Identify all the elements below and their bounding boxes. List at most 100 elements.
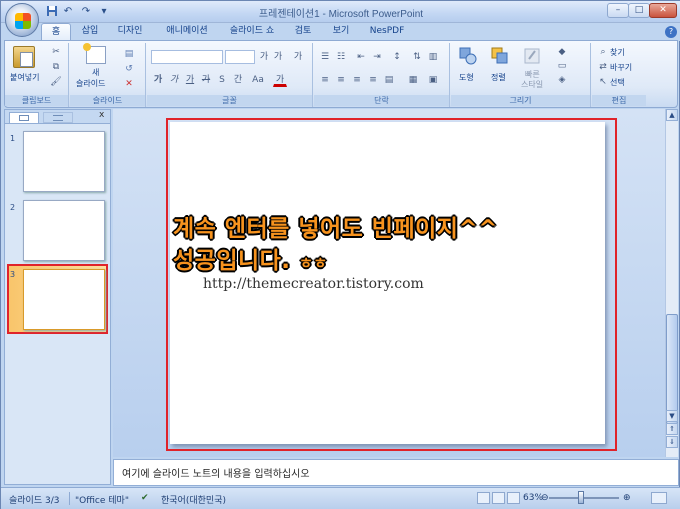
tab-design[interactable]: 디자인 xyxy=(113,23,147,41)
replace-button[interactable]: 바꾸기 xyxy=(610,62,632,73)
zoom-in-icon[interactable]: ⊕ xyxy=(623,493,631,503)
outline-tab[interactable] xyxy=(43,112,73,123)
bold-button[interactable]: 가 xyxy=(151,73,165,87)
help-icon[interactable]: ? xyxy=(665,26,677,38)
cut-icon[interactable]: ✂ xyxy=(49,45,63,59)
bullets-icon[interactable]: ☰ xyxy=(318,50,332,64)
select-button[interactable]: 선택 xyxy=(610,77,625,88)
slide-sorter-icon[interactable] xyxy=(492,492,505,504)
normal-view-icon[interactable] xyxy=(477,492,490,504)
fit-to-window-icon[interactable] xyxy=(651,492,667,504)
align-center-icon[interactable]: ≡ xyxy=(334,73,348,87)
tab-review[interactable]: 검토 xyxy=(291,23,315,41)
redo-icon[interactable]: ↷ xyxy=(79,5,93,19)
italic-button[interactable]: 가 xyxy=(167,73,181,87)
previous-slide-icon[interactable]: ⇑ xyxy=(666,423,678,435)
slide-thumbnail-2[interactable] xyxy=(23,200,105,261)
vertical-scrollbar[interactable]: ▲ ▼ ⇑ ⇓ xyxy=(665,109,678,457)
slide-thumbnail-1[interactable] xyxy=(23,131,105,192)
align-right-icon[interactable]: ≡ xyxy=(350,73,364,87)
slide-headline-line-1[interactable]: 계속 엔터를 넣어도 빈페이지^^ xyxy=(173,209,498,243)
tab-insert[interactable]: 삽입 xyxy=(77,23,103,41)
undo-icon[interactable]: ↶ xyxy=(61,5,75,19)
font-size-combo[interactable] xyxy=(225,50,255,64)
paste-icon[interactable] xyxy=(13,46,35,68)
reset-icon[interactable]: ↺ xyxy=(122,62,136,76)
save-icon[interactable] xyxy=(45,5,59,19)
minimize-button[interactable]: – xyxy=(607,3,629,18)
paste-button[interactable]: 붙여넣기 xyxy=(10,72,39,83)
delete-slide-icon[interactable]: ✕ xyxy=(122,77,136,91)
grow-font-icon[interactable]: 가 xyxy=(257,50,271,64)
slides-tab[interactable] xyxy=(9,112,39,123)
scroll-down-icon[interactable]: ▼ xyxy=(666,410,678,422)
tab-view[interactable]: 보기 xyxy=(329,23,353,41)
notes-pane[interactable]: 여기에 슬라이드 노트의 내용을 입력하십시오 xyxy=(113,459,679,486)
find-button[interactable]: 찾기 xyxy=(610,47,625,58)
new-slide-icon[interactable] xyxy=(83,43,106,64)
format-painter-icon[interactable]: 🖌 xyxy=(49,75,63,89)
distribute-icon[interactable]: ▤ xyxy=(382,73,396,87)
zoom-slider-knob[interactable] xyxy=(578,491,584,504)
headline-text: 성공입니다. xyxy=(173,248,291,274)
quick-styles-icon[interactable] xyxy=(523,47,541,65)
slide-url-text[interactable]: http://themecreator.tistory.com xyxy=(203,276,424,292)
layout-icon[interactable]: ▤ xyxy=(122,47,136,61)
maximize-button[interactable]: □ xyxy=(628,3,650,18)
columns-icon[interactable]: ▥ xyxy=(426,50,440,64)
align-text-icon[interactable]: ▦ xyxy=(406,73,420,87)
decrease-indent-icon[interactable]: ⇤ xyxy=(354,50,368,64)
scrollbar-thumb[interactable] xyxy=(666,314,678,424)
slide-headline-line-2[interactable]: 성공입니다. ㅎㅎ xyxy=(173,241,328,275)
text-direction-icon[interactable]: ⇅ xyxy=(410,50,424,64)
underline-button[interactable]: 가 xyxy=(183,73,197,87)
align-left-icon[interactable]: ≡ xyxy=(318,73,332,87)
new-slide-label-2[interactable]: 슬라이드 xyxy=(76,78,105,89)
replace-icon[interactable]: ⇄ xyxy=(596,60,610,74)
font-color-button[interactable]: 가 xyxy=(273,73,287,87)
close-button[interactable]: ✕ xyxy=(649,3,677,18)
slides-group-label: 슬라이드 xyxy=(70,95,145,106)
zoom-level[interactable]: 63% xyxy=(523,493,543,503)
new-slide-label[interactable]: 새 xyxy=(92,67,99,78)
change-case-button[interactable]: Aa xyxy=(251,73,265,87)
strikethrough-button[interactable]: 가 xyxy=(199,73,213,87)
clear-format-icon[interactable]: 가 xyxy=(291,50,305,64)
scroll-up-icon[interactable]: ▲ xyxy=(666,109,678,121)
office-button[interactable] xyxy=(5,3,39,37)
find-icon[interactable]: ⌕ xyxy=(596,45,610,59)
numbering-icon[interactable]: ☷ xyxy=(334,50,348,64)
customize-toolbar-icon[interactable]: ▾ xyxy=(97,5,111,19)
spellcheck-icon[interactable]: ✔ xyxy=(141,493,149,503)
tab-slideshow[interactable]: 슬라이드 쇼 xyxy=(225,23,279,41)
shape-effects-icon[interactable]: ◈ xyxy=(555,73,569,87)
shape-fill-icon[interactable]: ◆ xyxy=(555,45,569,59)
language-indicator[interactable]: 한국어(대한민국) xyxy=(161,493,226,506)
arrange-icon[interactable] xyxy=(491,47,509,65)
smartart-icon[interactable]: ▣ xyxy=(426,73,440,87)
spacing-button[interactable]: 간 xyxy=(231,73,245,87)
font-name-combo[interactable] xyxy=(151,50,223,64)
slideshow-view-icon[interactable] xyxy=(507,492,520,504)
next-slide-icon[interactable]: ⇓ xyxy=(666,436,678,448)
line-spacing-icon[interactable]: ↕ xyxy=(390,50,404,64)
tab-nespdf[interactable]: NesPDF xyxy=(367,23,407,41)
increase-indent-icon[interactable]: ⇥ xyxy=(370,50,384,64)
shapes-icon[interactable] xyxy=(459,47,477,65)
tab-animation[interactable]: 애니메이션 xyxy=(161,23,213,41)
copy-icon[interactable]: ⧉ xyxy=(49,60,63,74)
zoom-out-icon[interactable]: ⊖ xyxy=(541,493,549,503)
shadow-button[interactable]: S xyxy=(215,73,229,87)
justify-icon[interactable]: ≡ xyxy=(366,73,380,87)
arrange-button[interactable]: 정렬 xyxy=(491,72,506,83)
select-icon[interactable]: ↖ xyxy=(596,75,610,89)
shape-outline-icon[interactable]: ▭ xyxy=(555,59,569,73)
font-group-label: 글꼴 xyxy=(147,95,312,106)
zoom-slider-track[interactable] xyxy=(549,497,619,499)
quick-styles-label-2[interactable]: 스타일 xyxy=(521,79,543,90)
shrink-font-icon[interactable]: 가 xyxy=(271,50,285,64)
tab-home[interactable]: 홈 xyxy=(41,23,71,41)
shapes-button[interactable]: 도형 xyxy=(459,72,474,83)
pane-close-icon[interactable]: x xyxy=(99,110,104,120)
slide-thumbnail-3[interactable] xyxy=(23,269,105,330)
